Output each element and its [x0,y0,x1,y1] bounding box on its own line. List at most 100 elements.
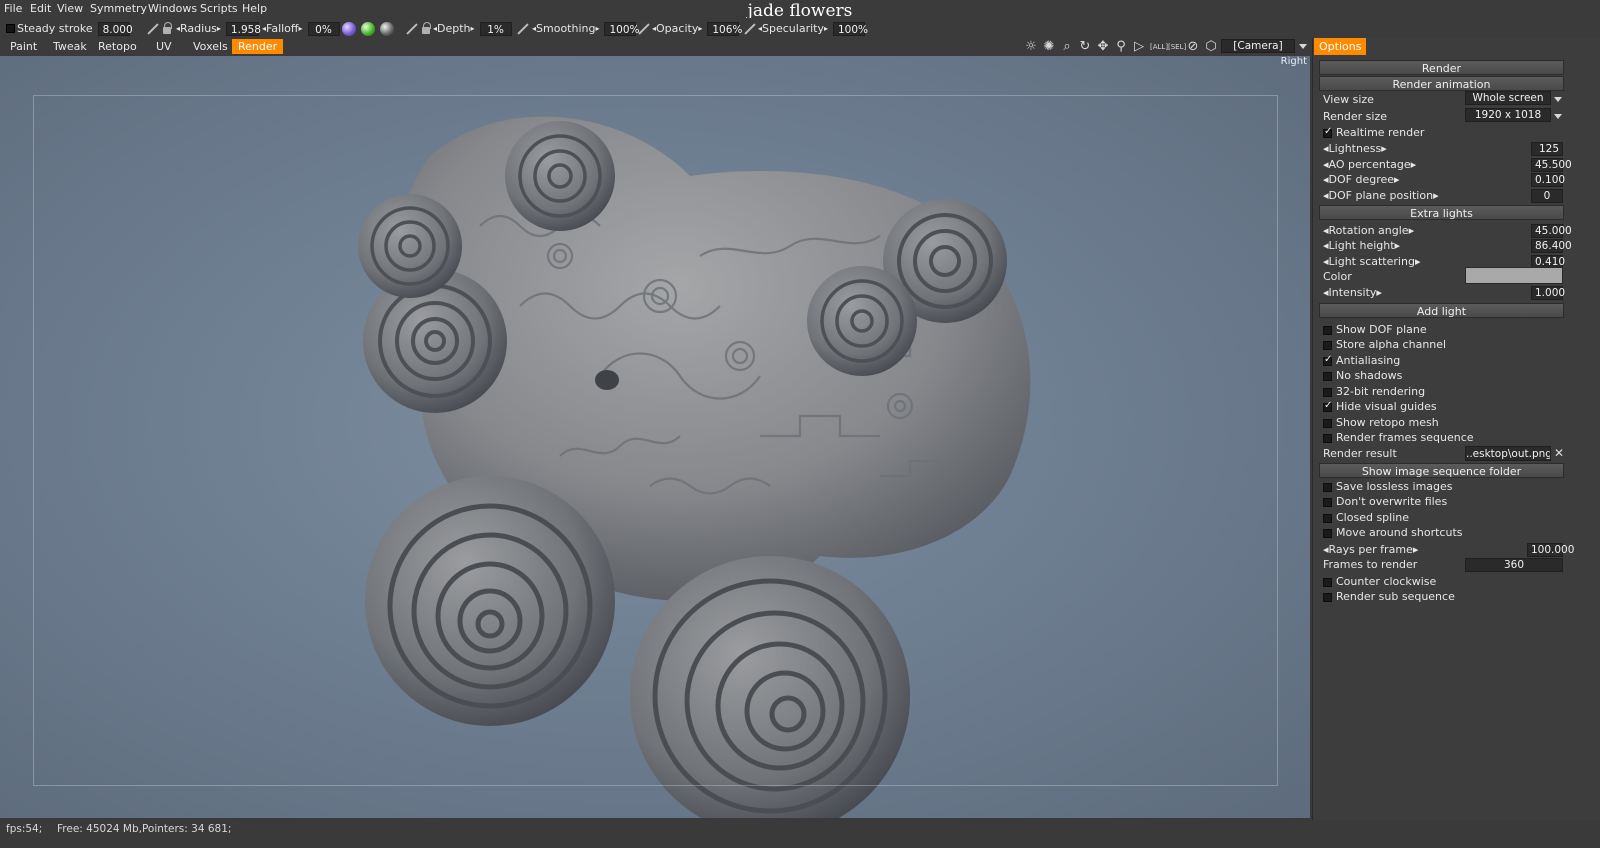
dof-degree-field[interactable]: 0.100 [1531,173,1565,187]
material-sphere-icon[interactable] [342,22,356,36]
cube-icon[interactable]: ⬡ [1204,40,1218,54]
intensity-field[interactable]: 1.000 [1531,286,1565,300]
pick-icon[interactable]: ⌕ [1060,40,1074,54]
tab-tweak[interactable]: Tweak [47,39,93,54]
depth-field[interactable]: 1% [479,21,512,36]
view-size-select[interactable]: Whole screen [1465,91,1551,105]
menu-edit[interactable]: Edit [30,2,51,15]
render-sub-sequence-checkbox[interactable] [1323,593,1332,602]
intensity-label[interactable]: ◂Intensity▸ [1323,286,1382,299]
menu-help[interactable]: Help [242,2,267,15]
tab-uv[interactable]: UV [150,39,178,54]
counter-clockwise-checkbox[interactable] [1323,578,1332,587]
fit-all-icon[interactable]: [ALL] [1150,40,1168,54]
light-height-field[interactable]: 86.400 [1531,239,1572,253]
no-shadows-checkbox[interactable] [1323,372,1332,381]
dof-plane-position-field[interactable]: 0 [1531,189,1563,203]
show-image-sequence-folder-button[interactable]: Show image sequence folder [1319,463,1564,478]
rays-per-frame-label[interactable]: ◂Rays per frame▸ [1323,543,1418,556]
rays-per-frame-field[interactable]: 100.000 [1527,543,1574,557]
3d-viewport[interactable]: Right [0,56,1310,818]
light-color-swatch[interactable] [1465,267,1563,284]
render-frame-guide [33,95,1278,786]
32-bit-rendering-checkbox[interactable] [1323,388,1332,397]
depth-brush-icon[interactable] [406,23,418,35]
tab-options[interactable]: Options [1314,38,1367,55]
falloff-field[interactable]: 0% [307,21,340,36]
light-bulb-icon[interactable]: ✺ [1042,40,1056,54]
closed-spline-checkbox[interactable] [1323,514,1332,523]
lightness-label[interactable]: ◂Lightness▸ [1323,142,1387,155]
depth-control[interactable]: ◂ Depth ▸ 1% [433,21,512,36]
opacity-control[interactable]: ◂ Opacity ▸ 106% [652,21,742,36]
frames-to-render-field[interactable]: 360 [1465,558,1563,572]
add-light-button[interactable]: Add light [1319,303,1564,318]
rotation-angle-label[interactable]: ◂Rotation angle▸ [1323,224,1414,237]
smoothing-brush-icon[interactable] [517,23,529,35]
rotation-angle-field[interactable]: 45.000 [1531,224,1572,238]
ao-percentage-field[interactable]: 45.500 [1531,158,1572,172]
render-button[interactable]: Render [1319,60,1564,75]
dont-overwrite-files-checkbox[interactable] [1323,498,1332,507]
move-icon[interactable]: ✥ [1096,40,1110,54]
sun-icon[interactable]: ☼ [1024,40,1038,54]
opacity-field[interactable]: 106% [707,21,742,36]
menu-symmetry[interactable]: Symmetry [90,2,147,15]
camera-select[interactable]: [Camera] [1221,39,1295,53]
brush-icon[interactable] [147,23,159,35]
store-alpha-channel-checkbox[interactable] [1323,341,1332,350]
dof-plane-position-label[interactable]: ◂DOF plane position▸ [1323,189,1439,202]
play-icon[interactable]: ▷ [1132,40,1146,54]
hide-visual-guides-checkbox[interactable] [1323,400,1332,412]
menu-scripts[interactable]: Scripts [200,2,238,15]
light-height-label[interactable]: ◂Light height▸ [1323,239,1400,252]
menu-view[interactable]: View [57,2,83,15]
rotate-icon[interactable]: ↻ [1078,40,1092,54]
menu-file[interactable]: File [4,2,22,15]
steady-stroke-checkbox[interactable] [6,24,15,33]
lock-icon[interactable] [163,22,172,34]
light-scattering-label[interactable]: ◂Light scattering▸ [1323,255,1420,268]
render-animation-button[interactable]: Render animation [1319,76,1564,91]
show-retopo-mesh-checkbox[interactable] [1323,419,1332,428]
realtime-render-checkbox[interactable] [1323,126,1332,138]
extra-lights-button[interactable]: Extra lights [1319,205,1564,220]
radius-control[interactable]: ◂ Radius ▸ 1.958 [176,21,261,36]
chevron-down-icon[interactable] [1299,44,1307,49]
show-dof-plane-checkbox[interactable] [1323,326,1332,335]
zoom-icon[interactable]: ⚲ [1114,40,1128,54]
radius-field[interactable]: 1.958 [225,21,261,36]
tab-paint[interactable]: Paint [4,39,43,54]
render-size-select[interactable]: 1920 x 1018 [1465,108,1551,122]
specularity-control[interactable]: ◂ Specularity ▸ 100% [758,21,868,36]
green-sphere-icon[interactable] [361,22,375,36]
menu-windows[interactable]: Windows [148,2,197,15]
antialiasing-checkbox[interactable] [1323,354,1332,366]
depth-lock-icon[interactable] [422,22,431,34]
tab-retopo[interactable]: Retopo [92,39,143,54]
opacity-brush-icon[interactable] [638,23,650,35]
smoothing-control[interactable]: ◂ Smoothing ▸ 100% [532,21,640,36]
smoothing-field[interactable]: 100% [604,21,640,36]
specularity-field[interactable]: 100% [832,21,868,36]
tab-voxels[interactable]: Voxels [187,39,234,54]
falloff-control[interactable]: ◂ Falloff ▸ 0% [262,21,340,36]
gray-sphere-icon[interactable] [380,22,394,36]
steady-stroke-control[interactable]: Steady stroke 8.000 [17,21,133,36]
dof-degree-label[interactable]: ◂DOF degree▸ [1323,173,1400,186]
specularity-brush-icon[interactable] [744,23,756,35]
steady-stroke-field[interactable]: 8.000 [97,21,133,36]
render-result-label: Render result [1323,447,1397,460]
move-around-shortcuts-checkbox[interactable] [1323,529,1332,538]
render-frames-sequence-checkbox[interactable] [1323,434,1332,443]
render-result-path-field[interactable]: ..esktop\out.png [1465,446,1551,461]
close-icon[interactable]: ✕ [1553,447,1565,459]
tab-render[interactable]: Render [232,39,284,54]
lightness-field[interactable]: 125 [1531,142,1563,156]
chevron-down-icon[interactable] [1554,97,1562,102]
fit-selection-icon[interactable]: [SEL] [1168,40,1186,54]
save-lossless-images-checkbox[interactable] [1323,483,1332,492]
ao-percentage-label[interactable]: ◂AO percentage▸ [1323,158,1416,171]
chevron-down-icon[interactable] [1554,114,1562,119]
disable-icon[interactable]: ⊘ [1186,40,1200,54]
